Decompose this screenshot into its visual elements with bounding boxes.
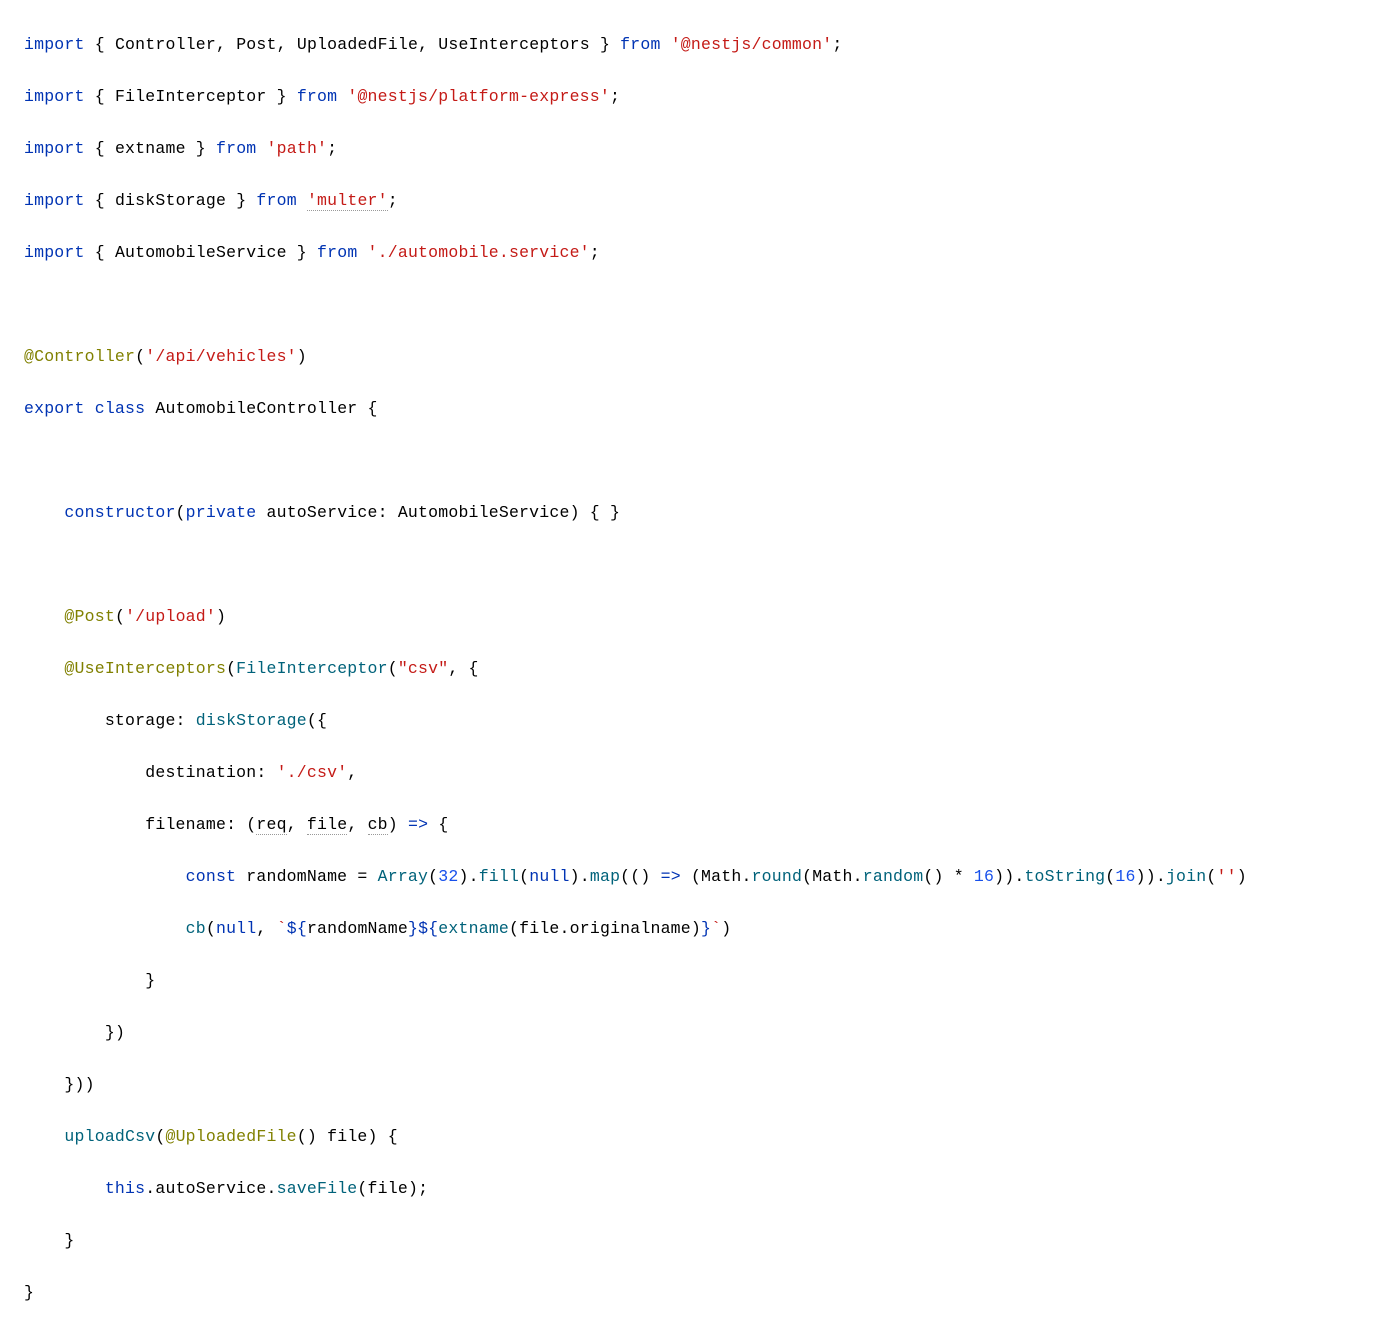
code-line: import { AutomobileService } from './aut… bbox=[24, 240, 1400, 266]
code-line: @Post('/upload') bbox=[24, 604, 1400, 630]
code-line: } bbox=[24, 1280, 1400, 1306]
code-line: export class AutomobileController { bbox=[24, 396, 1400, 422]
code-line: } bbox=[24, 1228, 1400, 1254]
keyword: import bbox=[24, 35, 85, 54]
code-line: import { Controller, Post, UploadedFile,… bbox=[24, 32, 1400, 58]
code-line: constructor(private autoService: Automob… bbox=[24, 500, 1400, 526]
code-line: }) bbox=[24, 1020, 1400, 1046]
code-line: @Controller('/api/vehicles') bbox=[24, 344, 1400, 370]
code-line: @UseInterceptors(FileInterceptor("csv", … bbox=[24, 656, 1400, 682]
code-line: } bbox=[24, 968, 1400, 994]
code-line: uploadCsv(@UploadedFile() file) { bbox=[24, 1124, 1400, 1150]
code-block: import { Controller, Post, UploadedFile,… bbox=[0, 0, 1400, 1332]
code-line: destination: './csv', bbox=[24, 760, 1400, 786]
code-line: cb(null, `${randomName}${extname(file.or… bbox=[24, 916, 1400, 942]
code-line bbox=[24, 292, 1400, 318]
code-line: filename: (req, file, cb) => { bbox=[24, 812, 1400, 838]
code-line: import { FileInterceptor } from '@nestjs… bbox=[24, 84, 1400, 110]
code-line: import { diskStorage } from 'multer'; bbox=[24, 188, 1400, 214]
code-line: })) bbox=[24, 1072, 1400, 1098]
code-line bbox=[24, 448, 1400, 474]
code-line: this.autoService.saveFile(file); bbox=[24, 1176, 1400, 1202]
code-line: storage: diskStorage({ bbox=[24, 708, 1400, 734]
code-line: import { extname } from 'path'; bbox=[24, 136, 1400, 162]
code-line: const randomName = Array(32).fill(null).… bbox=[24, 864, 1400, 890]
code-line bbox=[24, 552, 1400, 578]
